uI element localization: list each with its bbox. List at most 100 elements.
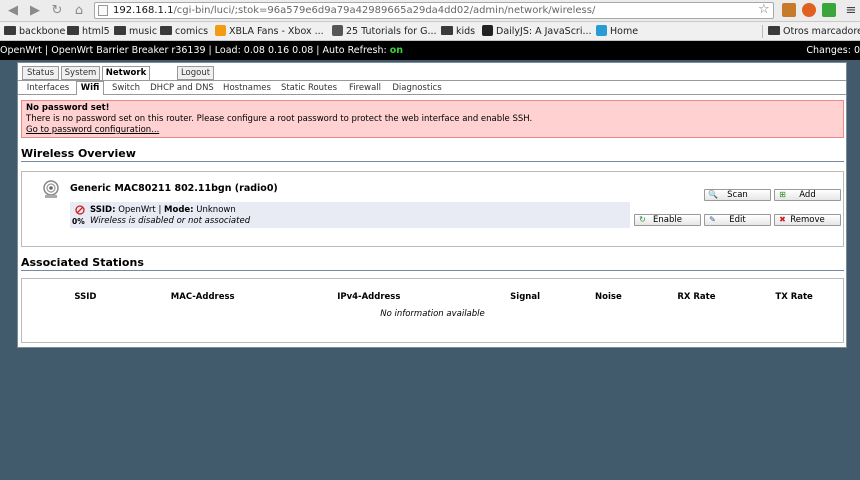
bookmark-label: DailyJS: A JavaScri... [496, 26, 592, 37]
home-icon[interactable]: ⌂ [70, 2, 88, 20]
back-icon[interactable]: ◀ [4, 2, 22, 20]
empty-message: No information available [380, 309, 485, 319]
folder-icon [67, 26, 79, 35]
tab-network[interactable]: Network [102, 66, 150, 81]
wifi-radio-icon [43, 180, 59, 198]
bookmark-dailyjs[interactable]: DailyJS: A JavaScri... [482, 24, 592, 39]
tab-firewall[interactable]: Firewall [344, 82, 386, 94]
bookmark-label: Otros marcadores [783, 26, 860, 37]
bookmark-label: html5 [82, 26, 110, 37]
changes-link[interactable]: Changes: 0 [806, 41, 860, 60]
ssid-label: SSID: [90, 205, 116, 215]
extension-brush-icon[interactable] [782, 3, 796, 17]
bookmark-label: comics [175, 26, 209, 37]
bookmark-kids[interactable]: kids [441, 24, 475, 39]
edit-icon: ✎ [709, 215, 716, 224]
tab-status[interactable]: Status [22, 66, 59, 80]
mode-value: Unknown [196, 205, 236, 215]
alert-title: No password set! [26, 103, 110, 113]
reload-green-icon: ↻ [639, 215, 646, 224]
tab-diagnostics[interactable]: Diagnostics [390, 82, 444, 94]
password-config-link[interactable]: Go to password configuration... [26, 125, 159, 135]
content-panel: Status System Network Logout Interfaces … [17, 62, 847, 348]
col-ssid: SSID [74, 292, 97, 302]
button-label: Enable [653, 215, 682, 225]
tab-system[interactable]: System [61, 66, 100, 80]
tab-hostnames[interactable]: Hostnames [220, 82, 274, 94]
search-icon: 🔍 [708, 190, 718, 199]
ssid-mode-line: SSID: OpenWrt | Mode: Unknown [90, 205, 236, 215]
wireless-overview-title: Wireless Overview [21, 147, 844, 162]
bookmark-tutorials[interactable]: 25 Tutorials for G... [332, 24, 437, 39]
bookmark-separator [762, 25, 763, 38]
bookmark-label: music [129, 26, 158, 37]
menu-icon[interactable]: ≡ [842, 2, 860, 20]
bookmark-music[interactable]: music [114, 24, 157, 39]
extension-fire-icon[interactable] [802, 3, 816, 17]
address-bar[interactable]: 192.168.1.1/cgi-bin/luci/;stok=96a579e6d… [94, 2, 774, 19]
folder-icon [160, 26, 172, 35]
radio-box: Generic MAC80211 802.11bgn (radio0) 🔍 Sca… [21, 171, 844, 247]
bookmark-star-icon[interactable]: ☆ [758, 2, 772, 18]
forward-icon[interactable]: ▶ [26, 2, 44, 20]
browser-toolbar: ◀ ▶ ↻ ⌂ 192.168.1.1/cgi-bin/luci/;stok=9… [0, 0, 860, 22]
stations-table: SSID MAC-Address IPv4-Address Signal Noi… [22, 287, 843, 321]
edit-button[interactable]: ✎ Edit [704, 214, 771, 226]
tab-static-routes[interactable]: Static Routes [278, 82, 340, 94]
radio-name: Generic MAC80211 802.11bgn (radio0) [70, 183, 278, 194]
sub-tabs: Interfaces Wifi Switch DHCP and DNS Host… [18, 80, 846, 95]
button-label: Scan [727, 190, 748, 200]
tab-interfaces[interactable]: Interfaces [24, 82, 72, 94]
bookmark-comics[interactable]: comics [160, 24, 208, 39]
remove-button[interactable]: ✖ Remove [774, 214, 841, 226]
mode-label: Mode: [164, 205, 194, 215]
password-warning: No password set! There is no password se… [21, 100, 844, 138]
bookmark-label: XBLA Fans - Xbox ... [229, 26, 324, 37]
col-mac: MAC-Address [170, 292, 235, 302]
tab-wifi[interactable]: Wifi [76, 81, 104, 95]
scan-button[interactable]: 🔍 Scan [704, 189, 771, 201]
col-rx-rate: RX Rate [677, 292, 716, 302]
add-button[interactable]: ⊞ Add [774, 189, 841, 201]
tab-switch[interactable]: Switch [108, 82, 144, 94]
bookmark-other[interactable]: Otros marcadores [768, 24, 860, 39]
bookmark-label: 25 Tutorials for G... [346, 26, 437, 37]
button-label: Remove [790, 215, 825, 225]
bookmarks-bar: backbone html5 music comics XBLA Fans - … [0, 22, 860, 41]
url-path: /cgi-bin/luci/;stok=96a579e6d9a79a429896… [173, 5, 596, 16]
remove-icon: ✖ [779, 215, 786, 224]
tab-dhcp-dns[interactable]: DHCP and DNS [148, 82, 216, 94]
openwrt-header: OpenWrt | OpenWrt Barrier Breaker r36139… [0, 41, 860, 60]
folder-icon [114, 26, 126, 35]
tutorial-icon [332, 25, 343, 36]
table-row: No information available [22, 307, 843, 321]
alert-message: There is no password set on this router.… [26, 114, 533, 124]
folder-icon [441, 26, 453, 35]
separator: | [158, 205, 162, 215]
bookmark-label: kids [456, 26, 476, 37]
bookmark-label: Home [610, 26, 639, 37]
associated-stations-title: Associated Stations [21, 256, 844, 271]
enable-button[interactable]: ↻ Enable [634, 214, 701, 226]
button-label: Add [799, 190, 816, 200]
add-icon: ⊞ [779, 190, 786, 199]
bookmark-home[interactable]: Home [596, 24, 638, 39]
col-signal: Signal [510, 292, 540, 302]
home-w-icon [596, 25, 607, 36]
auto-refresh-toggle[interactable]: on [390, 45, 403, 56]
url-host: 192.168.1.1 [113, 5, 174, 16]
col-noise: Noise [595, 292, 622, 302]
col-tx-rate: TX Rate [775, 292, 813, 302]
bookmark-html5[interactable]: html5 [67, 24, 110, 39]
bookmark-xbla[interactable]: XBLA Fans - Xbox ... [215, 24, 324, 39]
tab-logout[interactable]: Logout [177, 66, 214, 80]
button-label: Edit [729, 215, 746, 225]
table-header-row: SSID MAC-Address IPv4-Address Signal Noi… [22, 287, 843, 307]
folder-icon [4, 26, 16, 35]
ssid-value: OpenWrt [118, 205, 156, 215]
signal-percent: 0% [72, 217, 85, 226]
bookmark-backbone[interactable]: backbone [4, 24, 65, 39]
reload-icon[interactable]: ↻ [48, 2, 66, 20]
extension-puzzle-icon[interactable] [822, 3, 836, 17]
network-status-row: 0% SSID: OpenWrt | Mode: Unknown Wireles… [70, 202, 630, 228]
